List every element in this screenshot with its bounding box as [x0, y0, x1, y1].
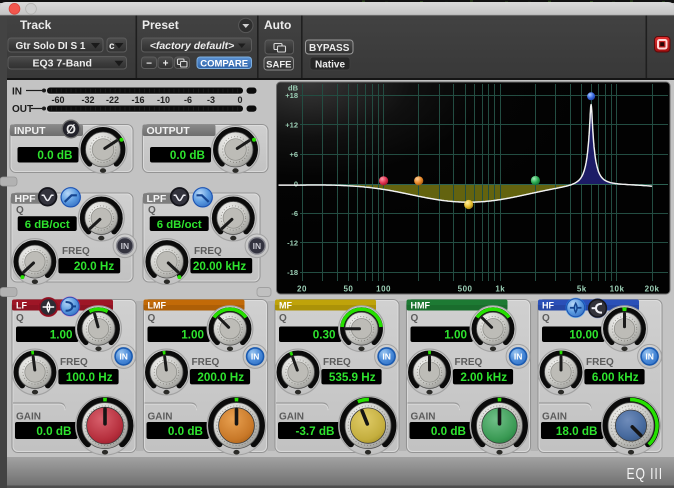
svg-text:-32: -32	[81, 95, 94, 105]
svg-text:0.0 dB: 0.0 dB	[431, 425, 466, 438]
svg-text:-60: -60	[51, 95, 64, 105]
svg-text:0: 0	[294, 180, 298, 189]
svg-text:50: 50	[343, 285, 353, 294]
svg-text:-22: -22	[106, 95, 119, 105]
svg-text:100.0 Hz: 100.0 Hz	[66, 371, 113, 384]
svg-text:10k: 10k	[610, 285, 625, 294]
svg-text:+: +	[163, 59, 169, 70]
svg-text:IN: IN	[253, 241, 262, 251]
svg-text:6 dB/oct: 6 dB/oct	[25, 219, 70, 231]
svg-text:−: −	[146, 59, 152, 70]
svg-text:Native: Native	[315, 59, 345, 70]
svg-text:Q: Q	[148, 205, 156, 216]
svg-text:0.0 dB: 0.0 dB	[36, 425, 71, 438]
svg-text:EQ3 7-Band: EQ3 7-Band	[32, 58, 92, 70]
svg-text:1.00: 1.00	[50, 329, 73, 342]
svg-text:-3.7 dB: -3.7 dB	[296, 425, 335, 438]
svg-text:FREQ: FREQ	[192, 357, 220, 368]
svg-text:c: c	[109, 41, 115, 52]
svg-text:IN: IN	[382, 352, 391, 362]
svg-text:2.00 kHz: 2.00 kHz	[460, 371, 507, 384]
svg-text:Q: Q	[279, 313, 287, 324]
svg-text:GAIN: GAIN	[411, 412, 436, 423]
svg-text:-3: -3	[207, 95, 215, 105]
svg-text:GAIN: GAIN	[148, 412, 173, 423]
svg-text:IN: IN	[514, 352, 523, 362]
svg-text:OUTPUT: OUTPUT	[147, 125, 191, 137]
svg-text:1.00: 1.00	[444, 329, 467, 342]
svg-text:0.0 dB: 0.0 dB	[170, 149, 205, 162]
svg-text:535.9 Hz: 535.9 Hz	[329, 371, 376, 384]
svg-text:FREQ: FREQ	[586, 357, 614, 368]
svg-text:GAIN: GAIN	[542, 412, 567, 423]
svg-text:18.0 dB: 18.0 dB	[556, 425, 598, 438]
svg-text:SAFE: SAFE	[266, 59, 291, 70]
svg-text:IN: IN	[645, 352, 654, 362]
svg-text:FREQ: FREQ	[62, 246, 90, 257]
svg-text:20: 20	[297, 285, 307, 294]
svg-text:LF: LF	[16, 300, 27, 310]
svg-text:FREQ: FREQ	[194, 246, 222, 257]
svg-text:-12: -12	[287, 239, 298, 248]
svg-text:HPF: HPF	[15, 193, 37, 205]
svg-text:FREQ: FREQ	[455, 357, 483, 368]
svg-text:HF: HF	[542, 300, 554, 310]
svg-text:FREQ: FREQ	[60, 357, 88, 368]
svg-text:IN: IN	[12, 87, 22, 98]
svg-text:Track: Track	[20, 18, 52, 32]
svg-text:Ø: Ø	[66, 123, 76, 137]
svg-text:OUT: OUT	[12, 104, 33, 115]
svg-text:IN: IN	[121, 241, 130, 251]
svg-text:200.0 Hz: 200.0 Hz	[197, 371, 244, 384]
svg-text:+18: +18	[285, 91, 298, 100]
svg-text:HMF: HMF	[411, 300, 431, 310]
svg-text:Q: Q	[16, 313, 24, 324]
svg-text:Q: Q	[148, 313, 156, 324]
svg-text:500: 500	[458, 285, 473, 294]
svg-text:Preset: Preset	[142, 18, 179, 32]
svg-text:Gtr Solo DI S 1: Gtr Solo DI S 1	[15, 41, 85, 52]
svg-text:Auto: Auto	[264, 18, 291, 32]
svg-text:GAIN: GAIN	[16, 412, 41, 423]
svg-text:-6: -6	[184, 95, 192, 105]
svg-text:1.00: 1.00	[181, 329, 204, 342]
svg-text:EQ III: EQ III	[626, 465, 663, 483]
svg-text:+12: +12	[285, 121, 298, 130]
svg-text:0.0 dB: 0.0 dB	[37, 149, 72, 162]
svg-text:FREQ: FREQ	[323, 357, 351, 368]
svg-text:6.00 kHz: 6.00 kHz	[592, 371, 639, 384]
svg-text:0: 0	[237, 95, 242, 105]
svg-text:0.30: 0.30	[313, 329, 336, 342]
svg-text:100: 100	[376, 285, 391, 294]
svg-text:IN: IN	[251, 352, 260, 362]
svg-text:-18: -18	[287, 268, 298, 277]
svg-text:Q: Q	[16, 205, 24, 216]
svg-text:-6: -6	[291, 209, 298, 218]
svg-text:COMPARE: COMPARE	[200, 59, 248, 70]
svg-text:BYPASS: BYPASS	[309, 43, 350, 54]
svg-text:INPUT: INPUT	[14, 125, 46, 137]
svg-text:Q: Q	[411, 313, 419, 324]
svg-text:20.0 Hz: 20.0 Hz	[74, 260, 114, 273]
svg-text:10.00: 10.00	[569, 329, 599, 342]
svg-text:-10: -10	[157, 95, 170, 105]
svg-text:6 dB/oct: 6 dB/oct	[157, 219, 202, 231]
svg-text:-16: -16	[131, 95, 144, 105]
svg-text:1k: 1k	[495, 285, 505, 294]
svg-text:<factory default>: <factory default>	[150, 40, 235, 52]
svg-text:MF: MF	[279, 300, 292, 310]
svg-text:LPF: LPF	[147, 193, 167, 205]
svg-text:GAIN: GAIN	[279, 412, 304, 423]
svg-text:Q: Q	[542, 313, 550, 324]
svg-text:5k: 5k	[577, 285, 587, 294]
svg-text:IN: IN	[119, 352, 128, 362]
svg-text:LMF: LMF	[148, 300, 167, 310]
svg-text:20.00 kHz: 20.00 kHz	[193, 260, 246, 273]
svg-text:20k: 20k	[645, 285, 660, 294]
svg-text:0.0 dB: 0.0 dB	[168, 425, 203, 438]
svg-text:+6: +6	[289, 150, 298, 159]
